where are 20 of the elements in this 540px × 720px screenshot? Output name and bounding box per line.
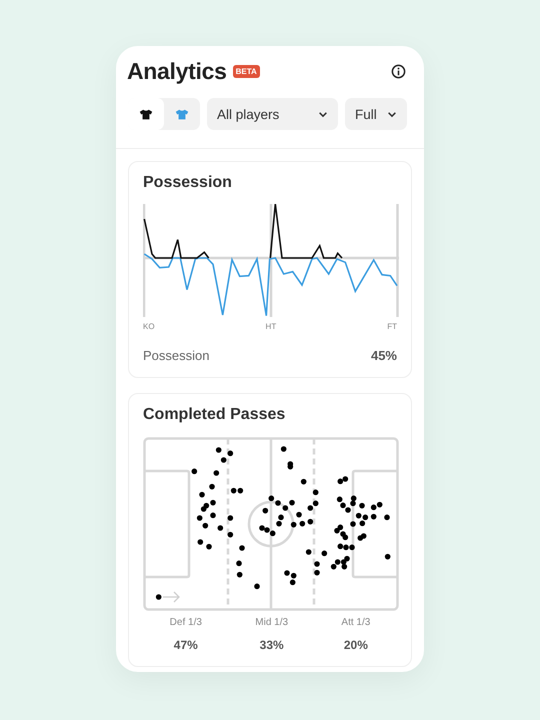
zone-value: 33%: [260, 638, 284, 652]
zone-label: Def 1/3: [170, 617, 202, 628]
zone-label: Att 1/3: [341, 617, 370, 628]
chevron-down-icon: [318, 110, 328, 118]
filter-dropdown[interactable]: All players: [207, 98, 338, 130]
card-title: Possession: [143, 174, 233, 192]
axis-label: FT: [387, 322, 397, 331]
stat-label: Possession: [143, 348, 210, 363]
stat-value: 45%: [370, 348, 397, 363]
card-title: Completed Passes: [143, 406, 286, 424]
axis-label: HT: [266, 322, 276, 331]
zone-value: 20%: [344, 638, 368, 652]
axis-label: KO: [143, 322, 155, 331]
filter-dropdown[interactable]: Full: [345, 98, 407, 130]
beta-badge: BETA: [232, 64, 260, 78]
chevron-down-icon: [386, 110, 397, 118]
zone-label: Mid 1/3: [255, 617, 288, 628]
zone-value: 47%: [174, 638, 198, 652]
page-title: Analytics: [127, 58, 227, 84]
info-icon[interactable]: [391, 64, 406, 78]
